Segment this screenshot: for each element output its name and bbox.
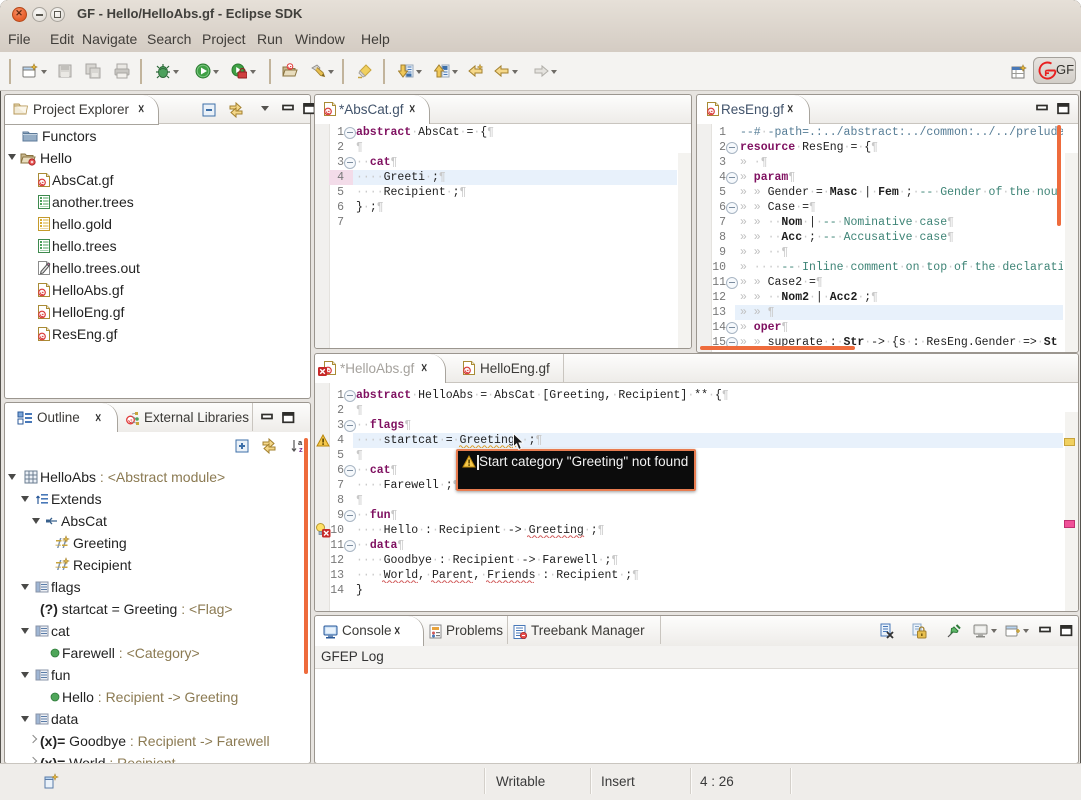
svg-text:z: z [299,445,303,454]
